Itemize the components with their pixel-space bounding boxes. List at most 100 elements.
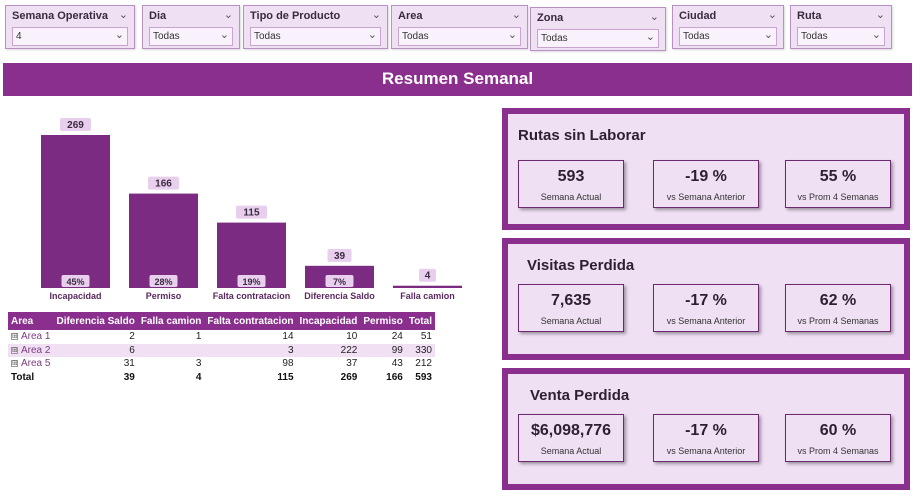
table-cell: 222 — [296, 343, 361, 357]
slicer-dropdown[interactable]: Todas ⌄ — [250, 27, 381, 46]
kpi-value: -19 % — [685, 168, 727, 185]
slicer-value: Todas — [153, 31, 180, 42]
slicer-ruta[interactable]: Ruta ⌄ Todas ⌄ — [790, 5, 892, 49]
table-cell: 115 — [277, 371, 294, 383]
column-header[interactable]: Incapacidad — [296, 312, 361, 330]
chevron-down-icon[interactable]: ⌄ — [872, 28, 881, 41]
chevron-down-icon[interactable]: ⌄ — [768, 8, 777, 21]
table-cell: 43 — [391, 358, 403, 370]
chevron-down-icon[interactable]: ⌄ — [119, 8, 128, 21]
table-cell: 330 — [405, 343, 435, 357]
kpi-card: 62 % vs Prom 4 Semanas — [785, 284, 891, 332]
slicer-value: Todas — [402, 31, 429, 42]
chevron-down-icon[interactable]: ⌄ — [876, 8, 885, 21]
slicer-dropdown[interactable]: Todas ⌄ — [149, 27, 233, 46]
slicer-dropdown[interactable]: Todas ⌄ — [679, 27, 777, 46]
chevron-down-icon[interactable]: ⌄ — [508, 28, 517, 41]
kpi-value: 55 % — [819, 168, 857, 185]
column-header[interactable]: Permiso — [360, 312, 406, 330]
table-cell: 39 — [123, 371, 135, 383]
panel-body: Visitas Perdida 7,635 Semana Actual -17 … — [508, 244, 904, 354]
table-cell: 4 — [195, 371, 202, 383]
kpi-label: Semana Actual — [540, 192, 602, 202]
panel-title: Rutas sin Laborar — [518, 127, 646, 144]
panel-body: Rutas sin Laborar 593 Semana Actual -19 … — [508, 114, 904, 224]
table-cell: 3 — [204, 343, 297, 357]
category-label: Falla camion — [400, 291, 455, 301]
category-label: Permiso — [146, 291, 182, 301]
chevron-down-icon[interactable]: ⌄ — [650, 10, 659, 23]
slicer-dropdown[interactable]: Todas ⌄ — [398, 27, 521, 46]
table-cell: 98 — [282, 358, 294, 370]
expand-plus-icon[interactable]: ⊞ — [11, 360, 18, 368]
summary-banner: Resumen Semanal — [3, 63, 912, 96]
slicer-area[interactable]: Area ⌄ Todas ⌄ — [391, 5, 528, 49]
panel-body: Venta Perdida $6,098,776 Semana Actual -… — [508, 374, 904, 484]
slicer-ciudad[interactable]: Ciudad ⌄ Todas ⌄ — [672, 5, 784, 49]
kpi-label: vs Prom 4 Semanas — [797, 192, 879, 202]
table-cell: 24 — [391, 331, 403, 343]
chevron-down-icon[interactable]: ⌄ — [224, 8, 233, 21]
percent-label: 45% — [66, 277, 84, 287]
table-row: ⊞ Area 2 6 3 222 99 330 — [8, 343, 435, 357]
slicer-value: 4 — [16, 31, 22, 42]
chevron-down-icon[interactable]: ⌄ — [368, 28, 377, 41]
column-header[interactable]: Falla camion — [137, 312, 205, 330]
kpi-value: 593 — [557, 168, 585, 185]
slicer-value: Todas — [254, 31, 281, 42]
chevron-down-icon[interactable]: ⌄ — [115, 28, 124, 41]
chevron-down-icon[interactable]: ⌄ — [512, 8, 521, 21]
expand-plus-icon[interactable]: ⊞ — [11, 333, 18, 341]
table-cell: 6 — [53, 343, 138, 357]
row-header-cell[interactable]: ⊞ Area 5 — [8, 357, 53, 371]
slicer-semana-operativa[interactable]: Semana Operativa ⌄ 4 ⌄ — [5, 5, 135, 49]
slicer-value: Todas — [683, 31, 710, 42]
slicer-title: Ruta — [797, 10, 822, 22]
table-cell — [137, 343, 205, 357]
column-header[interactable]: Total — [405, 312, 435, 330]
slicer-dropdown[interactable]: 4 ⌄ — [12, 27, 128, 46]
chevron-down-icon[interactable]: ⌄ — [764, 28, 773, 41]
table-cell: 37 — [346, 358, 358, 370]
table-cell: 14 — [282, 331, 294, 343]
kpi-value: 62 % — [819, 292, 857, 309]
slicer-dropdown[interactable]: Todas ⌄ — [537, 29, 659, 48]
category-label: Falta contratacion — [213, 291, 291, 301]
chevron-down-icon[interactable]: ⌄ — [372, 8, 381, 21]
slicer-value: Todas — [541, 33, 568, 44]
table-cell: 269 — [340, 371, 358, 383]
table-cell: 51 — [420, 331, 432, 343]
column-header[interactable]: Falta contratacion — [204, 312, 297, 330]
kpi-label: vs Semana Anterior — [666, 192, 746, 202]
kpi-card: -17 % vs Semana Anterior — [653, 414, 759, 462]
chart-bar — [393, 285, 462, 288]
kpi-card: 7,635 Semana Actual — [518, 284, 624, 332]
column-header[interactable]: Diferencia Saldo — [53, 312, 138, 330]
table-cell: 1 — [195, 331, 202, 343]
expand-plus-icon[interactable]: ⊞ — [11, 346, 18, 354]
table-cell: 10 — [346, 331, 358, 343]
row-header-cell[interactable]: ⊞ Area 1 — [8, 330, 53, 344]
chevron-down-icon[interactable]: ⌄ — [646, 30, 655, 43]
table-total-row: Total 39 4 115 269 166 593 — [8, 371, 435, 385]
slicer-dropdown[interactable]: Todas ⌄ — [797, 27, 885, 46]
row-label: Area 1 — [21, 331, 51, 343]
slicer-zona[interactable]: Zona ⌄ Todas ⌄ — [530, 7, 666, 51]
total-label: Total — [11, 371, 35, 383]
table-cell: 212 — [415, 358, 432, 370]
slicer-title: Ciudad — [679, 10, 717, 22]
kpi-card: -19 % vs Semana Anterior — [653, 160, 759, 208]
chart-bar — [41, 135, 110, 288]
percent-label: 7% — [333, 277, 346, 287]
data-label: 269 — [67, 120, 84, 131]
category-label: Diferencia Saldo — [304, 291, 375, 301]
kpi-card: 593 Semana Actual — [518, 160, 624, 208]
column-header[interactable]: Area — [8, 312, 54, 330]
slicer-dia[interactable]: Dia ⌄ Todas ⌄ — [142, 5, 240, 49]
data-label: 166 — [155, 179, 172, 190]
row-header-cell[interactable]: ⊞ Area 2 — [8, 343, 54, 357]
kpi-card: 55 % vs Prom 4 Semanas — [785, 160, 891, 208]
slicer-tipo-de-producto[interactable]: Tipo de Producto ⌄ Todas ⌄ — [243, 5, 388, 49]
table-cell: 593 — [415, 371, 432, 383]
chevron-down-icon[interactable]: ⌄ — [220, 28, 229, 41]
